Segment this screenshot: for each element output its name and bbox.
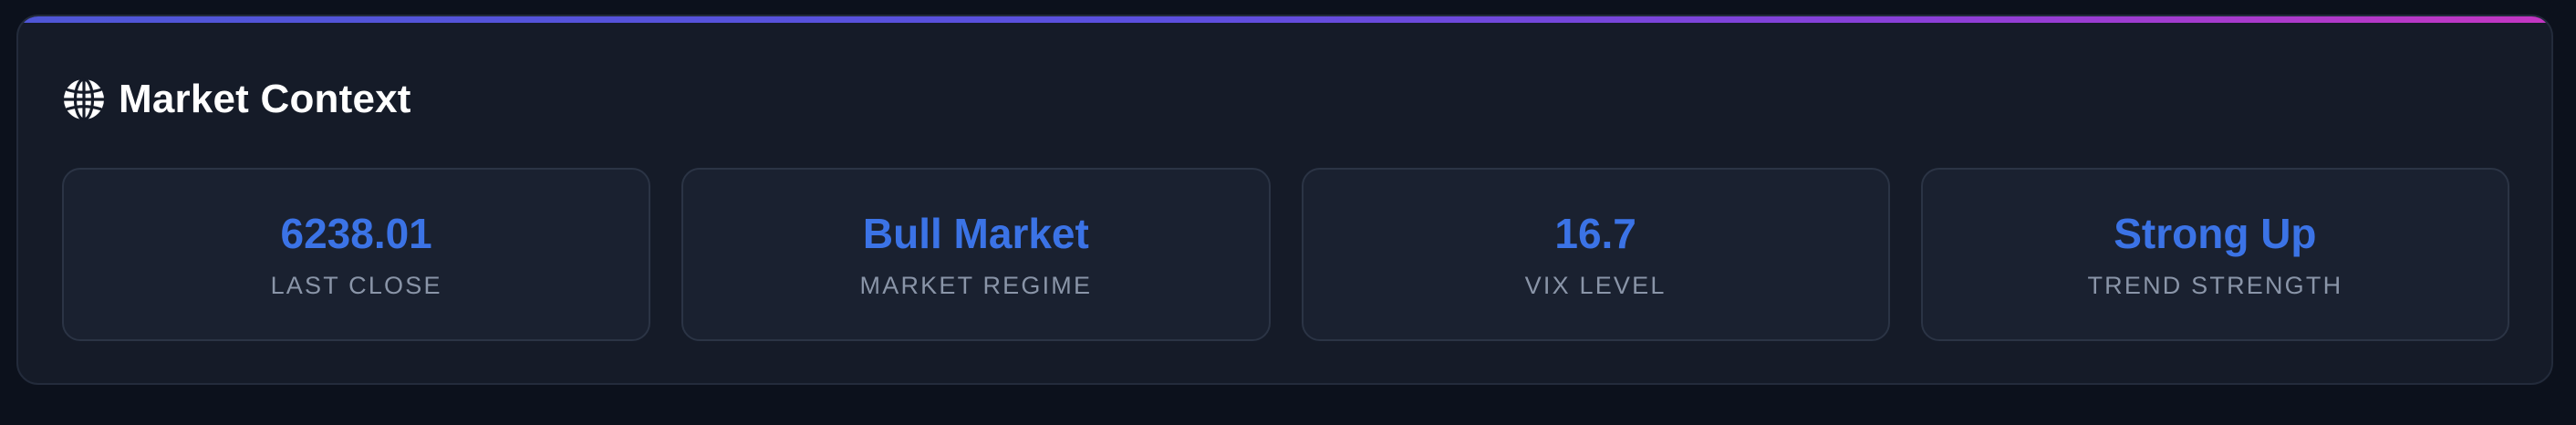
globe-icon	[62, 78, 106, 121]
metric-card-vix-level: 16.7 VIX LEVEL	[1301, 168, 1890, 341]
trend-strength-label: TREND STRENGTH	[2087, 271, 2343, 299]
metric-cards: 6238.01 LAST CLOSE Bull Market MARKET RE…	[62, 168, 2509, 341]
vix-level-value: 16.7	[1554, 210, 1636, 257]
metric-card-trend-strength: Strong Up TREND STRENGTH	[1920, 168, 2509, 341]
metric-card-market-regime: Bull Market MARKET REGIME	[681, 168, 1271, 341]
last-close-label: LAST CLOSE	[270, 271, 442, 299]
trend-strength-value: Strong Up	[2114, 210, 2317, 257]
market-regime-label: MARKET REGIME	[859, 271, 1093, 299]
vix-level-label: VIX LEVEL	[1524, 271, 1667, 299]
panel-title: Market Context	[119, 77, 411, 121]
panel-header: Market Context	[62, 67, 411, 131]
market-context-panel: Market Context 6238.01 LAST CLOSE Bull M…	[16, 15, 2553, 385]
accent-gradient-bar	[18, 16, 2551, 23]
metric-card-last-close: 6238.01 LAST CLOSE	[62, 168, 651, 341]
last-close-value: 6238.01	[280, 210, 432, 257]
market-regime-value: Bull Market	[862, 210, 1089, 257]
